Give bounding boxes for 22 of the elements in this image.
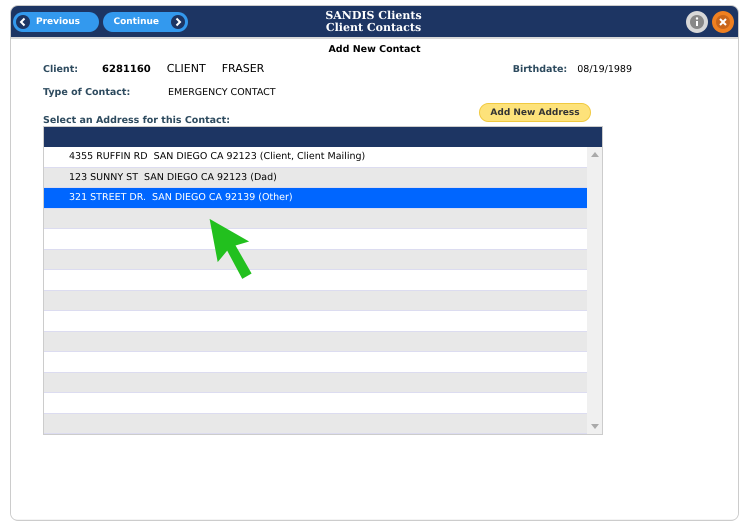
contact-type-label: Type of Contact: — [43, 87, 132, 98]
info-icon[interactable] — [686, 10, 708, 32]
add-address-button[interactable]: Add New Address — [479, 103, 591, 122]
window-title: Client Contacts — [326, 22, 422, 34]
close-icon[interactable] — [712, 10, 734, 32]
app-title: SANDIS Clients — [325, 10, 422, 22]
address-prompt: Select an Address for this Contact: — [43, 115, 230, 126]
birthdate-label: Birthdate: — [512, 64, 568, 75]
birthdate-value: 08/19/1989 — [577, 64, 632, 75]
client-last-name: FRASER — [222, 62, 264, 75]
address-row[interactable]: 321 STREET DR. SAN DIEGO CA 92139 (Other) — [44, 188, 587, 208]
chevron-right-icon — [171, 14, 185, 28]
client-id: 6281160 — [102, 64, 151, 75]
contact-type-value: EMERGENCY CONTACT — [168, 87, 276, 98]
scrollbar[interactable] — [587, 147, 602, 434]
client-first-name: CLIENT — [166, 62, 206, 75]
chevron-left-icon — [16, 14, 30, 28]
address-row[interactable]: 123 SUNNY ST SAN DIEGO CA 92123 (Dad) — [44, 168, 587, 188]
scroll-down-icon[interactable] — [590, 424, 598, 429]
scroll-up-icon[interactable] — [590, 152, 598, 157]
form-title: Add New Contact — [327, 43, 422, 57]
client-label: Client: — [43, 64, 78, 75]
